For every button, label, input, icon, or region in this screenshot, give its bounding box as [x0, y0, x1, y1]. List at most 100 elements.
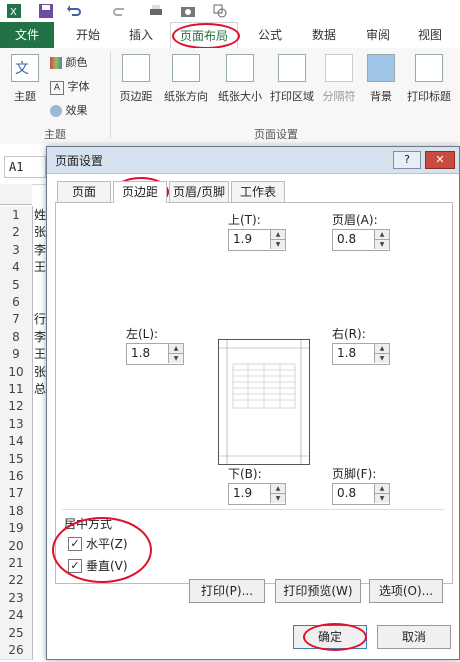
- spin-down-icon[interactable]: ▼: [168, 354, 183, 363]
- redo-icon[interactable]: [112, 3, 128, 19]
- margins-label: 页边距: [119, 90, 153, 103]
- spin-down-icon[interactable]: ▼: [374, 240, 389, 249]
- help-button[interactable]: ?: [393, 151, 421, 169]
- tab-home[interactable]: 开始: [64, 22, 112, 48]
- header-spinner[interactable]: 0.8 ▲ ▼: [332, 229, 390, 251]
- vertical-checkbox[interactable]: ✓: [68, 559, 82, 573]
- tab-sheet[interactable]: 工作表: [231, 181, 285, 203]
- row-header[interactable]: 5: [0, 275, 33, 295]
- tab-margins[interactable]: 页边距: [113, 181, 167, 203]
- left-spinner[interactable]: 1.8 ▲ ▼: [126, 343, 184, 365]
- row-header[interactable]: 11: [0, 380, 33, 399]
- row-header[interactable]: 10: [0, 362, 33, 382]
- tab-review[interactable]: 审阅: [356, 22, 400, 48]
- row-header[interactable]: 19: [0, 519, 33, 539]
- select-all-corner[interactable]: [0, 184, 32, 205]
- tab-insert[interactable]: 插入: [118, 22, 164, 48]
- spin-up-icon[interactable]: ▲: [374, 230, 389, 240]
- undo-icon[interactable]: [66, 3, 82, 19]
- tab-page-layout[interactable]: 页面布局: [170, 22, 238, 50]
- tab-data[interactable]: 数据: [302, 22, 346, 48]
- margins-button[interactable]: 页边距: [116, 54, 156, 104]
- page-setup-dialog: 页面设置 ? ✕ 页面 页边距 页眉/页脚 工作表 上(T): 1.9 ▲ ▼ 页…: [46, 146, 460, 660]
- tab-formulas[interactable]: 公式: [248, 22, 292, 48]
- tab-page[interactable]: 页面: [57, 181, 111, 203]
- fonts-label: 字体: [67, 80, 90, 93]
- background-label: 背景: [370, 90, 392, 103]
- name-box[interactable]: A1: [4, 156, 46, 178]
- horizontal-checkbox[interactable]: ✓: [68, 537, 82, 551]
- effects-button[interactable]: 效果: [50, 102, 106, 118]
- spin-up-icon[interactable]: ▲: [168, 344, 183, 354]
- ribbon-page-layout: 文 主题 颜色 A 字体 效果 主题 页边距 纸张方向 纸张大小 打印区域 分隔…: [0, 48, 460, 145]
- colors-label: 颜色: [65, 56, 88, 69]
- row-header[interactable]: 22: [0, 571, 33, 591]
- close-button[interactable]: ✕: [425, 151, 455, 169]
- right-spinner[interactable]: 1.8 ▲ ▼: [332, 343, 390, 365]
- spin-up-icon[interactable]: ▲: [270, 484, 285, 494]
- print-area-button[interactable]: 打印区域: [266, 54, 318, 104]
- row-header[interactable]: 7: [0, 310, 33, 330]
- size-button[interactable]: 纸张大小: [214, 54, 266, 104]
- themes-label: 主题: [14, 90, 36, 103]
- row-header[interactable]: 15: [0, 449, 33, 469]
- ok-button[interactable]: 确定: [293, 625, 367, 649]
- options-button[interactable]: 选项(O)...: [369, 579, 443, 603]
- quick-access-toolbar: X: [0, 0, 460, 23]
- top-spinner[interactable]: 1.9 ▲ ▼: [228, 229, 286, 251]
- bottom-spinner[interactable]: 1.9 ▲ ▼: [228, 483, 286, 505]
- row-header[interactable]: 12: [0, 397, 33, 417]
- row-header[interactable]: 13: [0, 414, 33, 434]
- orientation-button[interactable]: 纸张方向: [160, 54, 212, 104]
- footer-spinner[interactable]: 0.8 ▲ ▼: [332, 483, 390, 505]
- fonts-button[interactable]: A 字体: [50, 78, 106, 95]
- print-area-icon: [278, 54, 306, 82]
- svg-text:文: 文: [15, 61, 29, 77]
- row-header[interactable]: 26: [0, 641, 33, 660]
- bottom-value: 1.9: [233, 486, 253, 500]
- print-preview-button[interactable]: 打印预览(W): [275, 579, 361, 603]
- row-header[interactable]: 25: [0, 623, 33, 643]
- row-header[interactable]: 6: [0, 293, 33, 312]
- row-header[interactable]: 24: [0, 606, 33, 626]
- spin-up-icon[interactable]: ▲: [374, 484, 389, 494]
- spin-down-icon[interactable]: ▼: [374, 494, 389, 503]
- row-header[interactable]: 8: [0, 327, 33, 347]
- background-button[interactable]: 背景: [364, 54, 398, 104]
- row-header[interactable]: 17: [0, 484, 33, 504]
- tab-file[interactable]: 文件: [0, 22, 54, 48]
- row-header[interactable]: 23: [0, 588, 33, 608]
- shapes-icon[interactable]: [212, 3, 228, 19]
- row-header[interactable]: 16: [0, 467, 33, 486]
- spin-down-icon[interactable]: ▼: [374, 354, 389, 363]
- print-titles-button[interactable]: 打印标题: [402, 54, 456, 104]
- paper-size-icon: [226, 54, 254, 82]
- camera-icon[interactable]: [180, 3, 196, 19]
- row-header[interactable]: 1: [0, 206, 33, 225]
- print-icon[interactable]: [148, 3, 164, 19]
- row-header[interactable]: 9: [0, 345, 33, 365]
- colors-button[interactable]: 颜色: [50, 54, 106, 70]
- row-header[interactable]: 2: [0, 223, 33, 243]
- row-header[interactable]: 21: [0, 554, 33, 573]
- save-icon[interactable]: [38, 3, 54, 19]
- spin-up-icon[interactable]: ▲: [270, 230, 285, 240]
- print-button[interactable]: 打印(P)...: [189, 579, 265, 603]
- tab-header-footer[interactable]: 页眉/页脚: [169, 181, 229, 203]
- spin-down-icon[interactable]: ▼: [270, 494, 285, 503]
- spin-up-icon[interactable]: ▲: [374, 344, 389, 354]
- spin-down-icon[interactable]: ▼: [270, 240, 285, 249]
- row-header[interactable]: 20: [0, 536, 33, 556]
- themes-button[interactable]: 文 主题: [6, 54, 44, 104]
- group-label-page-setup: 页面设置: [254, 128, 298, 141]
- tab-view[interactable]: 视图: [408, 22, 452, 48]
- size-label: 纸张大小: [218, 90, 262, 103]
- group-label-themes: 主题: [44, 128, 66, 141]
- row-header[interactable]: 4: [0, 258, 33, 278]
- print-titles-label: 打印标题: [407, 90, 451, 103]
- row-header[interactable]: 18: [0, 501, 33, 521]
- cancel-button[interactable]: 取消: [377, 625, 451, 649]
- row-header[interactable]: 14: [0, 432, 33, 452]
- row-header[interactable]: 3: [0, 240, 33, 260]
- effects-icon: [50, 105, 62, 117]
